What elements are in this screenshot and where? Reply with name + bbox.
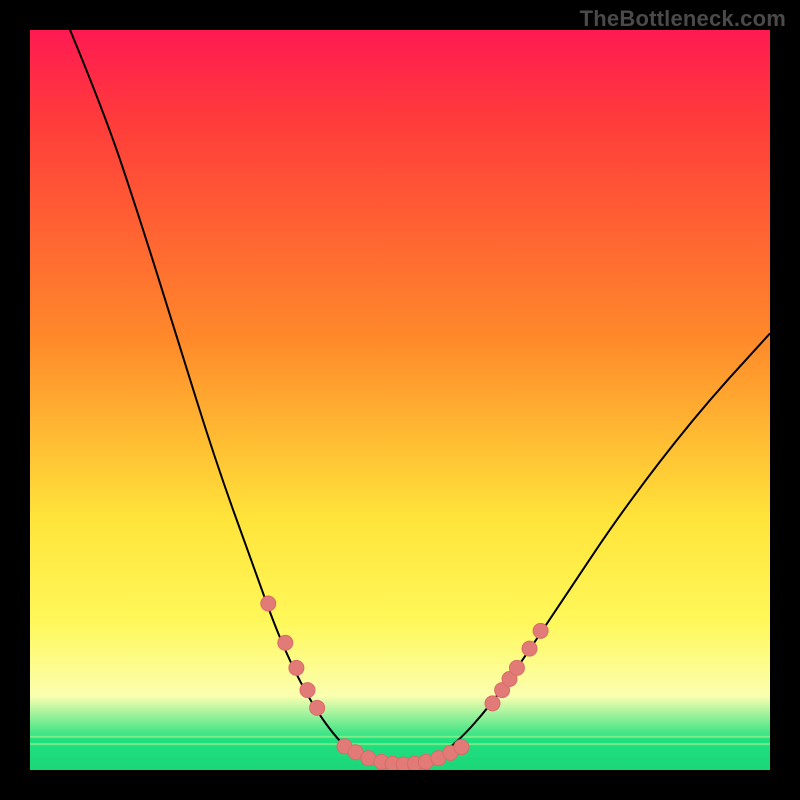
curve-marker bbox=[361, 751, 376, 766]
curve-marker bbox=[522, 641, 537, 656]
bottleneck-chart bbox=[0, 0, 800, 800]
curve-marker bbox=[310, 700, 325, 715]
chart-stage: { "watermark": "TheBottleneck.com", "col… bbox=[0, 0, 800, 800]
curve-marker bbox=[261, 596, 276, 611]
curve-marker bbox=[485, 696, 500, 711]
curve-marker bbox=[278, 635, 293, 650]
watermark-text: TheBottleneck.com bbox=[580, 6, 786, 32]
curve-marker bbox=[533, 623, 548, 638]
curve-marker bbox=[289, 660, 304, 675]
curve-marker bbox=[454, 740, 469, 755]
plot-area bbox=[30, 30, 770, 770]
curve-marker bbox=[509, 660, 524, 675]
curve-marker bbox=[300, 683, 315, 698]
